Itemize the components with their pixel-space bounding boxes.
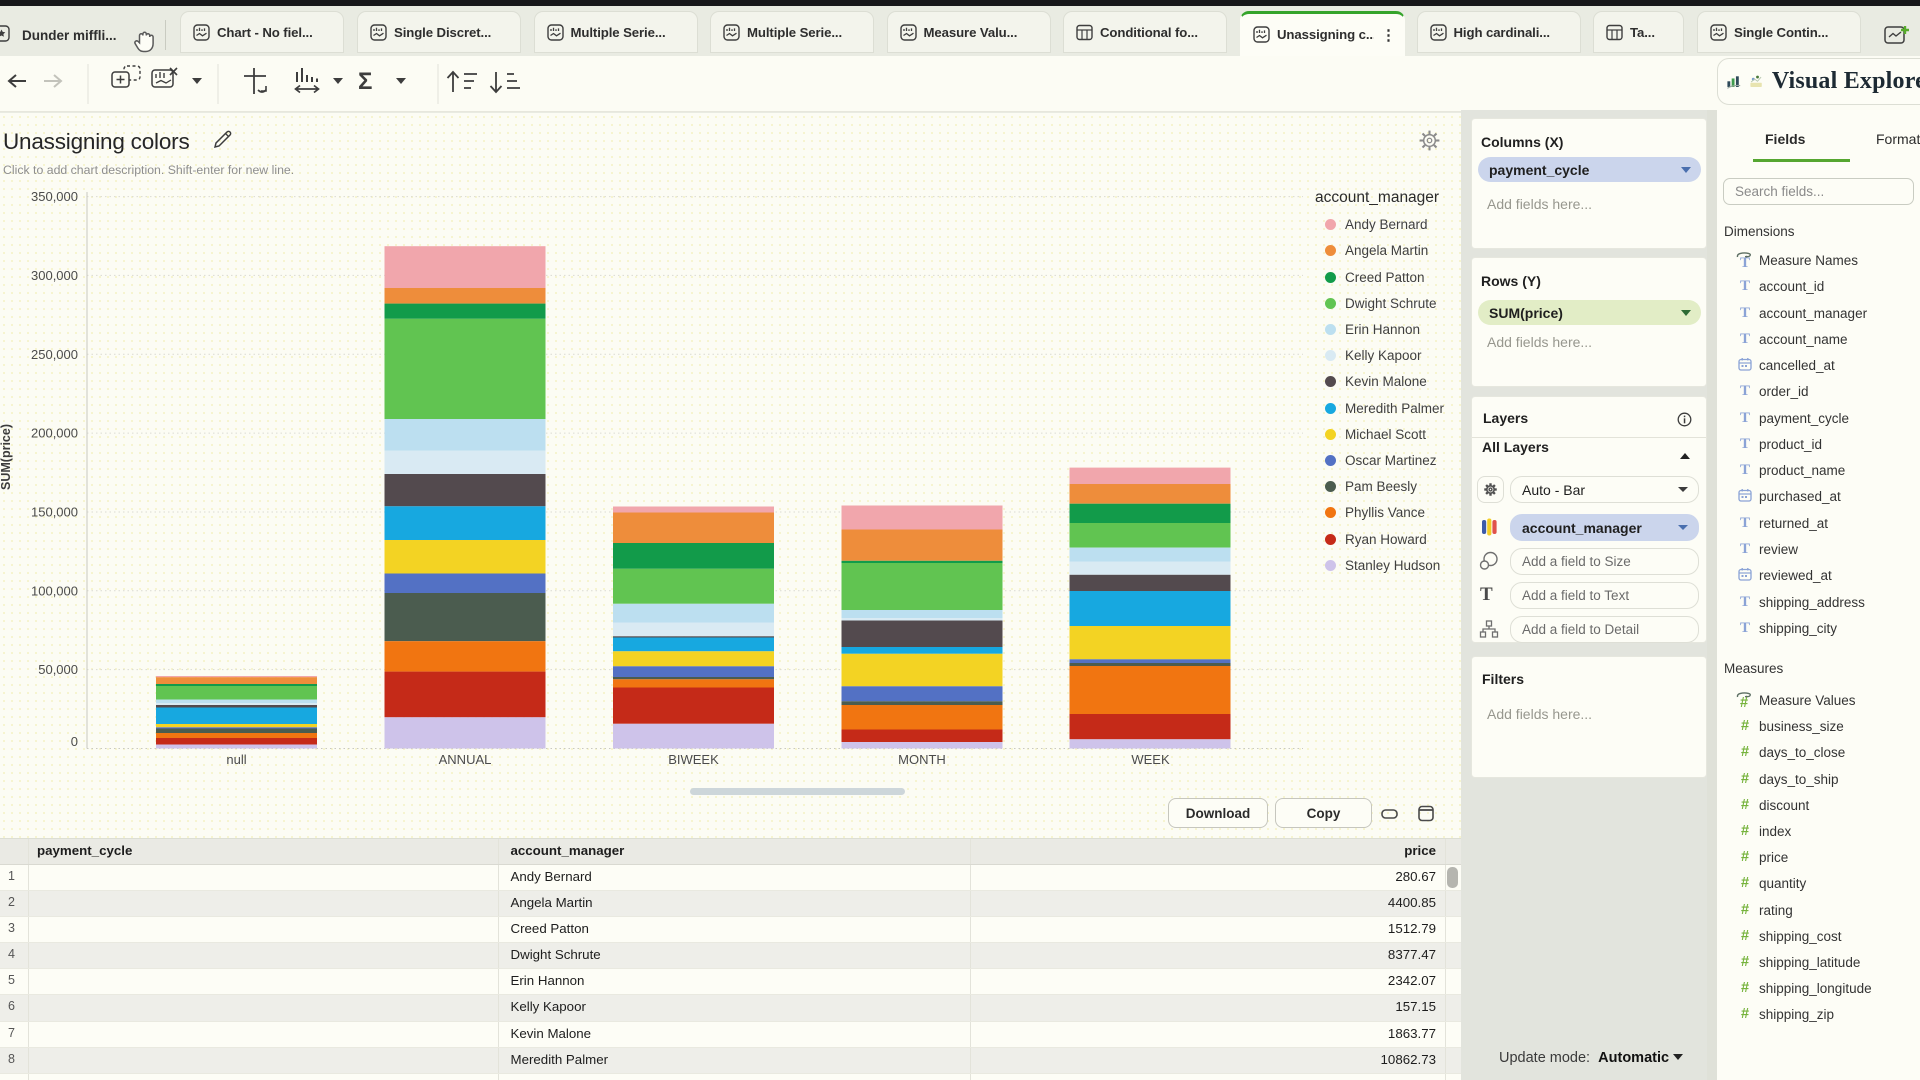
svg-text:300,000: 300,000 [31,268,78,283]
svg-text:ANNUAL: ANNUAL [439,752,492,767]
svg-text:MONTH: MONTH [898,752,946,767]
svg-text:100,000: 100,000 [31,583,78,598]
svg-text:Σ: Σ [358,68,372,95]
svg-text:WEEK: WEEK [1131,752,1170,767]
svg-text:200,000: 200,000 [31,426,78,441]
svg-text:SUM(price): SUM(price) [0,424,13,490]
svg-text:null: null [226,752,246,767]
svg-text:50,000: 50,000 [38,662,78,677]
svg-text:150,000: 150,000 [31,505,78,520]
svg-text:0: 0 [71,734,78,749]
svg-text:350,000: 350,000 [31,189,78,204]
svg-text:BIWEEK: BIWEEK [668,752,719,767]
svg-text:250,000: 250,000 [31,347,78,362]
